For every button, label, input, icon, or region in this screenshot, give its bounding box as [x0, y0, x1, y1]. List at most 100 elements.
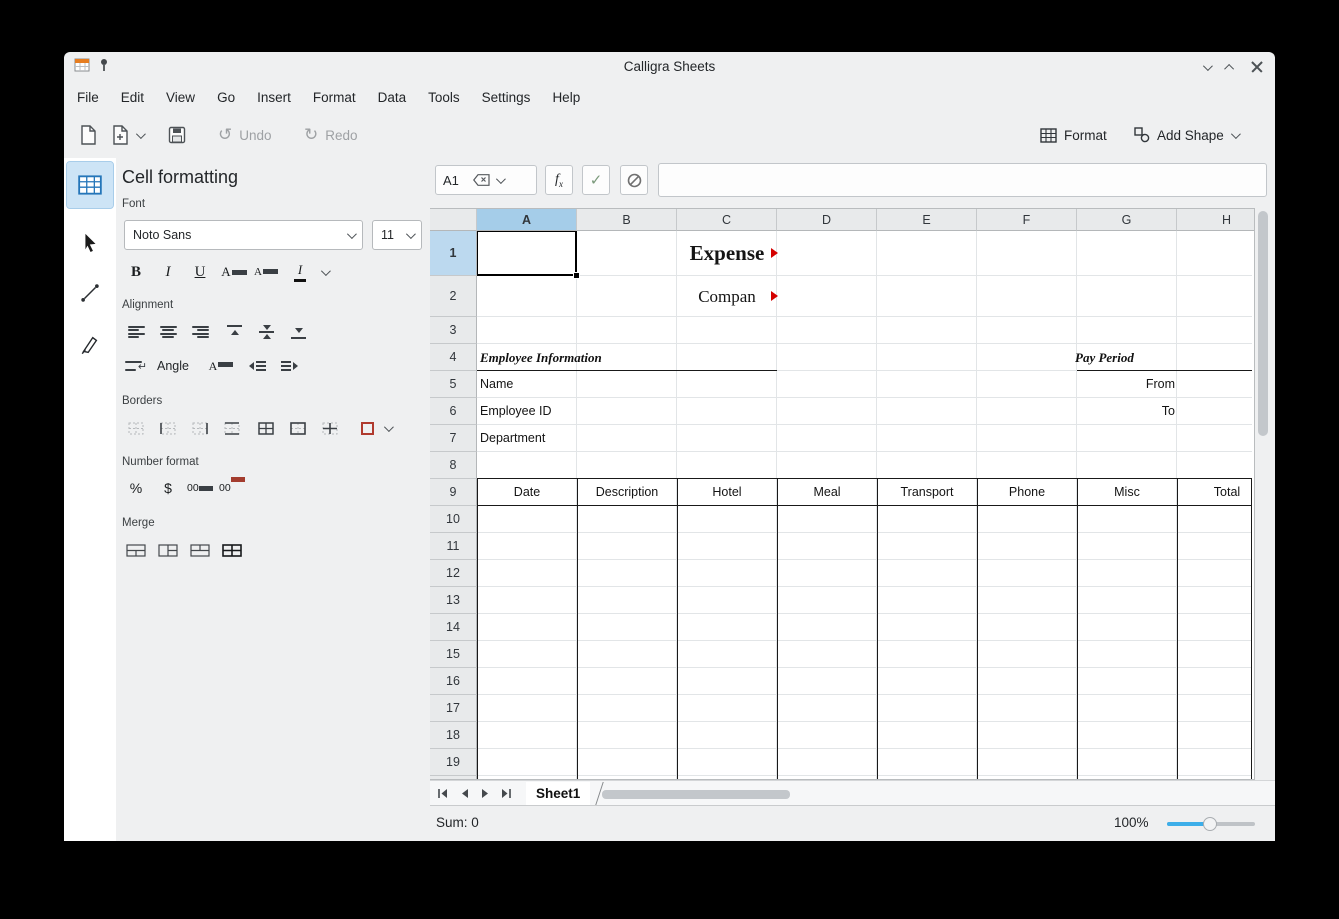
row-header-13[interactable]: 13 — [430, 587, 477, 614]
align-top-button[interactable] — [221, 320, 247, 344]
column-header-h[interactable]: H — [1177, 209, 1255, 231]
vertical-scrollbar[interactable] — [1255, 208, 1271, 780]
menu-file[interactable]: File — [66, 86, 110, 109]
row-header-17[interactable]: 17 — [430, 695, 477, 722]
confirm-entry-button[interactable]: ✓ — [582, 165, 610, 195]
align-right-button[interactable] — [187, 320, 213, 344]
cell-reference-box[interactable]: A1 — [435, 165, 537, 195]
wrap-text-button[interactable]: ↵ — [123, 354, 149, 378]
select-shapes-tool-button[interactable] — [67, 220, 113, 266]
menu-data[interactable]: Data — [367, 86, 418, 109]
row-header-9[interactable]: 9 — [430, 479, 477, 506]
currency-format-button[interactable]: $ — [155, 476, 181, 500]
border-left-button[interactable] — [155, 416, 181, 440]
save-button[interactable] — [168, 112, 186, 158]
cell-to-label[interactable]: To — [1077, 398, 1175, 425]
unmerge-cells-button[interactable] — [219, 538, 245, 562]
border-none-button[interactable] — [123, 416, 149, 440]
column-header-e[interactable]: E — [877, 209, 977, 231]
table-header-transport[interactable]: Transport — [877, 479, 977, 505]
vertical-text-button[interactable]: A — [208, 354, 234, 378]
merge-vertical-button[interactable] — [187, 538, 213, 562]
bold-button[interactable]: B — [123, 260, 149, 284]
sheet-tab[interactable]: Sheet1 — [526, 782, 590, 805]
cell-employee-id-label[interactable]: Employee ID — [480, 398, 552, 425]
border-inner-button[interactable] — [317, 416, 343, 440]
column-header-a[interactable]: A — [477, 209, 577, 231]
maximize-window-icon[interactable] — [1224, 63, 1234, 73]
shade-window-icon[interactable] — [1203, 61, 1213, 71]
font-family-select[interactable]: Noto Sans — [124, 220, 363, 250]
shrink-font-button[interactable]: A — [253, 260, 279, 284]
open-dropdown-icon[interactable] — [136, 129, 146, 139]
row-header-8[interactable]: 8 — [430, 452, 477, 479]
row-header-1[interactable]: 1 — [430, 231, 477, 276]
redo-button[interactable]: ↻ Redo — [304, 112, 358, 158]
border-color-button[interactable] — [354, 416, 380, 440]
column-header-b[interactable]: B — [577, 209, 677, 231]
grow-font-button[interactable]: A — [221, 260, 247, 284]
font-size-select[interactable]: 11 — [372, 220, 422, 250]
cell-tool-button[interactable] — [67, 162, 113, 208]
menu-go[interactable]: Go — [206, 86, 246, 109]
close-window-icon[interactable] — [1251, 61, 1263, 73]
previous-sheet-icon[interactable] — [455, 785, 473, 802]
border-color-dropdown[interactable] — [378, 416, 396, 440]
angle-label[interactable]: Angle — [157, 359, 189, 373]
row-header-16[interactable]: 16 — [430, 668, 477, 695]
font-color-button[interactable]: I — [287, 260, 313, 284]
row-header-2[interactable]: 2 — [430, 276, 477, 317]
cell-expense-title[interactable]: Expense — [677, 231, 777, 276]
menu-insert[interactable]: Insert — [246, 86, 302, 109]
zoom-slider[interactable] — [1167, 822, 1255, 826]
connector-tool-button[interactable] — [67, 270, 113, 316]
cell-selection-outline[interactable] — [476, 230, 577, 276]
vertical-scrollbar-thumb[interactable] — [1258, 211, 1268, 436]
next-sheet-icon[interactable] — [476, 785, 494, 802]
table-header-misc[interactable]: Misc — [1077, 479, 1177, 505]
font-color-dropdown[interactable] — [315, 260, 333, 284]
selection-fill-handle[interactable] — [573, 272, 580, 279]
menu-edit[interactable]: Edit — [110, 86, 155, 109]
menu-tools[interactable]: Tools — [417, 86, 471, 109]
border-outer-button[interactable] — [285, 416, 311, 440]
new-document-button[interactable] — [79, 112, 97, 158]
row-header-6[interactable]: 6 — [430, 398, 477, 425]
row-header-18[interactable]: 18 — [430, 722, 477, 749]
merge-horizontal-button[interactable] — [155, 538, 181, 562]
italic-button[interactable]: I — [155, 260, 181, 284]
formula-input[interactable] — [658, 163, 1267, 197]
table-header-total[interactable]: Total — [1177, 479, 1255, 505]
table-header-meal[interactable]: Meal — [777, 479, 877, 505]
zoom-slider-handle[interactable] — [1203, 817, 1217, 831]
row-header-11[interactable]: 11 — [430, 533, 477, 560]
row-header-4[interactable]: 4 — [430, 344, 477, 371]
increase-precision-button[interactable]: 00 — [187, 476, 213, 500]
table-header-date[interactable]: Date — [477, 479, 577, 505]
decrease-precision-button[interactable]: 00 — [219, 476, 245, 500]
row-header-15[interactable]: 15 — [430, 641, 477, 668]
cell-reference-dropdown-icon[interactable] — [496, 174, 506, 184]
merge-cells-button[interactable] — [123, 538, 149, 562]
column-header-f[interactable]: F — [977, 209, 1077, 231]
spreadsheet-grid[interactable]: Expense Compan Employee Information Pay … — [430, 208, 1255, 780]
underline-button[interactable]: U — [187, 260, 213, 284]
row-header-3[interactable]: 3 — [430, 317, 477, 344]
last-sheet-icon[interactable] — [497, 785, 515, 802]
cell-pay-period[interactable]: Pay Period — [1075, 344, 1134, 371]
border-top-bottom-button[interactable] — [219, 416, 245, 440]
align-bottom-button[interactable] — [285, 320, 311, 344]
row-header-5[interactable]: 5 — [430, 371, 477, 398]
column-header-c[interactable]: C — [677, 209, 777, 231]
row-header-7[interactable]: 7 — [430, 425, 477, 452]
undo-button[interactable]: ↺ Undo — [218, 112, 272, 158]
cell-department-label[interactable]: Department — [480, 425, 545, 452]
horizontal-scrollbar[interactable] — [602, 790, 790, 799]
cell-from-label[interactable]: From — [1077, 371, 1175, 398]
first-sheet-icon[interactable] — [434, 785, 452, 802]
column-header-d[interactable]: D — [777, 209, 877, 231]
row-header-12[interactable]: 12 — [430, 560, 477, 587]
cancel-entry-button[interactable] — [620, 165, 648, 195]
row-header-10[interactable]: 10 — [430, 506, 477, 533]
menu-settings[interactable]: Settings — [471, 86, 542, 109]
